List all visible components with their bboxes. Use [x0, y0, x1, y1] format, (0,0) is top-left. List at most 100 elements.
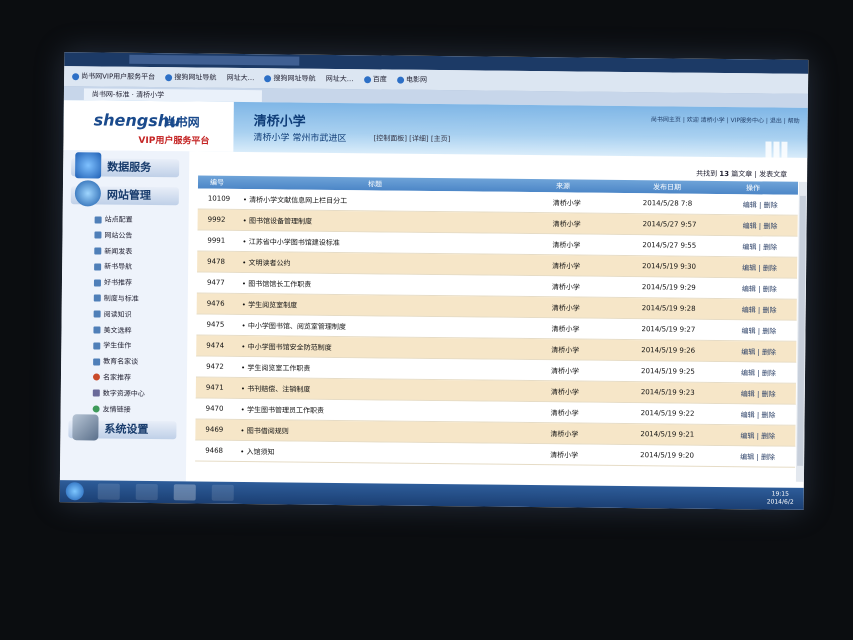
sidebar-item[interactable]: 新闻发表	[94, 244, 184, 261]
gear-icon	[94, 215, 102, 224]
row-actions[interactable]: 编辑 | 删除	[740, 452, 775, 462]
header-id: 编号	[209, 178, 225, 187]
tools-icon	[72, 414, 99, 441]
sidebar-item-label: 数字资源中心	[102, 389, 145, 398]
article-title[interactable]: • 图书借阅规则	[240, 426, 288, 437]
row-actions[interactable]: 编辑 | 删除	[743, 221, 778, 231]
sidebar-item[interactable]: 美文选粹	[93, 323, 183, 340]
article-title[interactable]: • 学生阅览室制度	[242, 300, 297, 311]
taskbar-clock[interactable]: 19:15 2014/6/2	[767, 490, 794, 506]
taskbar-browser-icon[interactable]	[135, 483, 158, 501]
sidebar-item[interactable]: 教育名家谈	[93, 355, 183, 372]
publish-article-link[interactable]: | 发表文章	[754, 170, 787, 178]
resource-icon	[92, 389, 100, 397]
article-title[interactable]: • 图书馆设备管理制度	[243, 216, 312, 227]
article-title[interactable]: • 中小学图书馆、阅览室管理制度	[241, 321, 345, 332]
favorite-link[interactable]: 搜狗网址导航	[264, 73, 316, 84]
article-date: 2014/5/19 9:21	[640, 430, 695, 439]
favorite-label: 尚书网VIP用户服务平台	[81, 72, 156, 82]
sidebar-item[interactable]: 名家推荐	[92, 370, 183, 387]
row-actions[interactable]: 编辑 | 删除	[741, 389, 776, 399]
sidebar-item-label: 美文选粹	[103, 326, 132, 335]
favorite-label: 搜狗网址导航	[174, 73, 217, 82]
row-actions[interactable]: 编辑 | 删除	[742, 263, 777, 273]
info-icon	[94, 231, 102, 239]
scrollbar[interactable]	[795, 181, 808, 482]
article-id: 9478	[207, 257, 226, 266]
article-id: 9991	[207, 236, 226, 245]
platform-name: VIP用户服务平台	[138, 135, 210, 147]
sidebar-item-label: 新闻发表	[104, 247, 133, 256]
site-subtitle: 清桥小学 常州市武进区	[253, 133, 347, 145]
sidebar-item[interactable]: 学生佳作	[93, 339, 183, 356]
article-date: 2014/5/19 9:30	[642, 262, 697, 271]
favorite-label: 百度	[372, 75, 387, 84]
book-icon	[93, 279, 102, 287]
favorite-link[interactable]: 尚书网VIP用户服务平台	[72, 71, 155, 82]
article-title[interactable]: • 入馆须知	[240, 447, 274, 457]
grid-icon[interactable]	[765, 141, 788, 158]
welcome-links[interactable]: 尚书网主页 | 欢迎 清桥小学 | VIP服务中心 | 退出 | 帮助	[651, 114, 800, 125]
row-actions[interactable]: 编辑 | 删除	[743, 200, 778, 210]
article-date: 2014/5/19 9:27	[641, 325, 696, 334]
sidebar-item[interactable]: 站点配置	[94, 212, 185, 229]
taskbar-ie-icon[interactable]	[173, 484, 196, 501]
row-actions[interactable]: 编辑 | 删除	[741, 368, 776, 378]
sidebar-item-label: 教育名家谈	[103, 357, 139, 367]
favorite-link[interactable]: 网址大...	[227, 73, 255, 83]
sidebar-item[interactable]: 友情链接	[92, 402, 183, 419]
sidebar-item-label: 名家推荐	[102, 373, 132, 382]
site-links[interactable]: [控制面板] [详细] [主页]	[373, 133, 450, 144]
row-actions[interactable]: 编辑 | 删除	[742, 284, 777, 294]
document-icon	[93, 294, 101, 302]
favorite-link[interactable]: 网址大...	[326, 74, 354, 84]
article-date: 2014/5/27 9:55	[642, 241, 697, 250]
favorite-label: 网址大...	[226, 73, 255, 83]
taskbar-file-icon[interactable]	[97, 483, 120, 500]
sidebar-system-settings[interactable]: 系统设置	[68, 414, 177, 441]
article-title[interactable]: • 学生阅览室工作职责	[241, 363, 310, 374]
logo-cn: 尚书网	[163, 115, 200, 130]
article-title[interactable]: • 书刊赔偿、注销制度	[241, 384, 310, 395]
header-date: 发布日期	[652, 183, 682, 192]
favorite-link[interactable]: 电影网	[396, 75, 427, 85]
row-actions[interactable]: 编辑 | 删除	[741, 410, 776, 420]
sidebar-item-label: 网站公告	[104, 231, 133, 240]
article-id: 10109	[207, 194, 231, 203]
sidebar-data-service[interactable]: 数据服务	[71, 152, 180, 179]
article-source: 清桥小学	[550, 409, 579, 418]
url-field[interactable]	[129, 54, 300, 66]
row-actions[interactable]: 编辑 | 删除	[741, 347, 776, 357]
start-button[interactable]	[65, 482, 84, 501]
sidebar-item[interactable]: 数字资源中心	[92, 386, 183, 403]
favorite-label: 搜狗网址导航	[273, 74, 316, 83]
article-source: 清桥小学	[552, 220, 581, 229]
row-actions[interactable]: 编辑 | 删除	[740, 431, 775, 441]
article-source: 清桥小学	[550, 451, 579, 460]
article-title[interactable]: • 清桥小学文献信息网上栏目分工	[243, 195, 347, 206]
scroll-thumb[interactable]	[797, 195, 806, 466]
article-title[interactable]: • 文明读者公约	[242, 258, 290, 269]
row-actions[interactable]: 编辑 | 删除	[741, 326, 776, 336]
sidebar-item[interactable]: 新书导航	[94, 260, 184, 277]
favorite-link[interactable]: 百度	[363, 74, 387, 84]
article-date: 2014/5/19 9:25	[641, 367, 695, 376]
article-title[interactable]: • 学生图书管理员工作职责	[241, 405, 324, 416]
taskbar-sogou-icon[interactable]	[211, 484, 234, 501]
article-title[interactable]: • 图书馆馆长工作职责	[242, 279, 311, 290]
row-actions[interactable]: 编辑 | 删除	[742, 242, 777, 252]
article-id: 9992	[207, 215, 226, 224]
article-title[interactable]: • 江苏省中小学图书馆建设标准	[242, 237, 339, 248]
sidebar-section-label: 数据服务	[107, 160, 152, 175]
sidebar-item[interactable]: 制度与标准	[93, 291, 184, 308]
article-id: 9471	[205, 383, 224, 392]
sidebar-item[interactable]: 网站公告	[94, 228, 184, 245]
row-actions[interactable]: 编辑 | 删除	[742, 305, 777, 315]
favorite-link[interactable]: 搜狗网址导航	[165, 72, 216, 83]
article-title[interactable]: • 中小学图书馆安全防范制度	[241, 342, 331, 353]
sidebar-item[interactable]: 好书推荐	[93, 276, 184, 293]
article-count: 13	[719, 169, 730, 179]
article-id: 9477	[206, 278, 225, 287]
sidebar-item[interactable]: 阅读知识	[93, 307, 184, 324]
sidebar-site-management[interactable]: 网站管理	[70, 180, 179, 207]
